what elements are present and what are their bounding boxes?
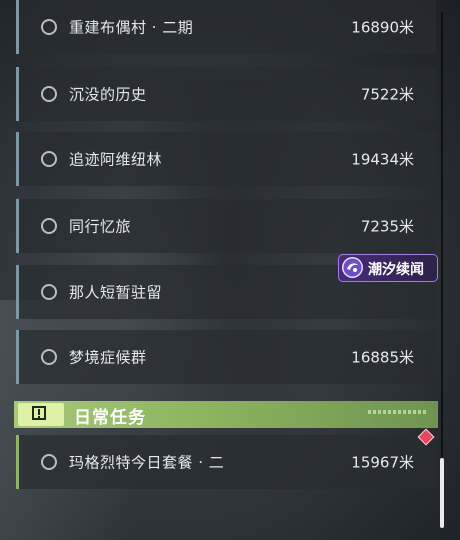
quest-row[interactable]: 沉没的历史 7522米 (16, 67, 436, 121)
quest-radio-icon (41, 218, 57, 234)
daily-section-header[interactable]: 日常任务 (14, 401, 438, 428)
quest-name: 同行忆旅 (69, 217, 132, 236)
quest-distance: 7522米 (360, 85, 414, 104)
scrollbar-track[interactable] (441, 12, 443, 528)
section-title: 日常任务 (74, 408, 146, 428)
quest-radio-icon (41, 19, 57, 35)
tide-swirl-icon (342, 257, 363, 278)
quest-radio-icon (41, 284, 57, 300)
daily-quest-row[interactable]: 玛格烈特今日套餐 · 二 15967米 (16, 435, 436, 489)
quest-name: 沉没的历史 (69, 85, 147, 104)
badge-label: 潮汐续闻 (368, 262, 424, 278)
quest-distance: 16885米 (351, 348, 414, 367)
quest-distance: 15967米 (351, 453, 414, 472)
quest-row[interactable]: 同行忆旅 7235米 (16, 199, 436, 253)
header-decoration (368, 410, 428, 414)
quest-radio-icon (41, 454, 57, 470)
quest-name: 玛格烈特今日套餐 · 二 (69, 453, 225, 472)
quest-distance: 16890米 (351, 18, 414, 37)
quest-radio-icon (41, 349, 57, 365)
quest-name: 那人短暂驻留 (69, 283, 163, 302)
quest-row[interactable]: 梦境症候群 16885米 (16, 330, 436, 384)
quest-row[interactable]: 追迹阿维纽林 19434米 (16, 132, 436, 186)
quest-radio-icon (41, 86, 57, 102)
quest-distance: 19434米 (351, 150, 414, 169)
quest-name: 追迹阿维纽林 (69, 150, 163, 169)
quest-name: 梦境症候群 (69, 348, 147, 367)
tide-event-badge[interactable]: 潮汐续闻 (338, 254, 438, 282)
quest-row[interactable]: 重建布偶村 · 二期 16890米 (16, 0, 436, 54)
quest-name: 重建布偶村 · 二期 (69, 18, 194, 37)
quest-radio-icon (41, 151, 57, 167)
exclamation-box-icon (18, 403, 64, 426)
scrollbar-thumb[interactable] (440, 458, 444, 528)
quest-distance: 7235米 (360, 217, 414, 236)
